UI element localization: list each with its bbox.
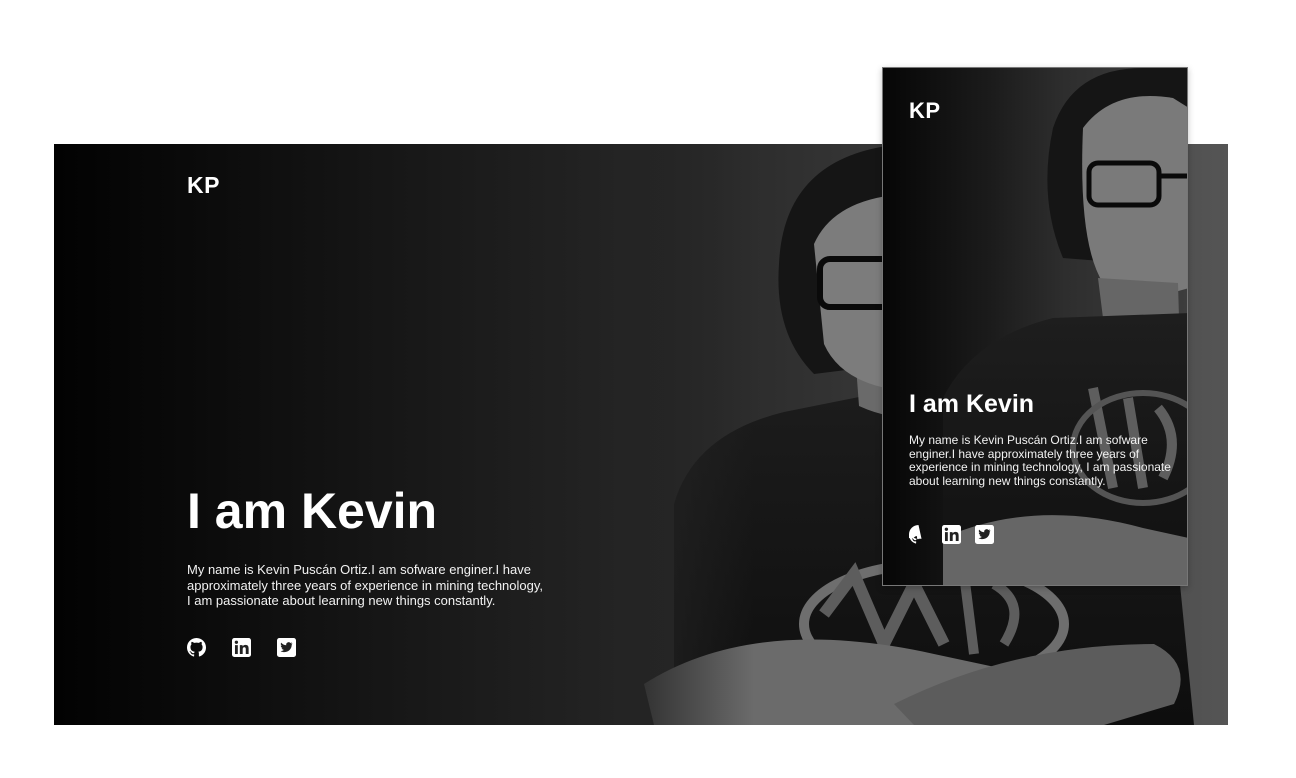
photo-fade-overlay: [614, 144, 754, 725]
github-icon: [187, 638, 206, 657]
hero-description: My name is Kevin Puscán Ortiz.I am sofwa…: [187, 562, 544, 608]
linkedin-link[interactable]: [232, 638, 251, 657]
linkedin-icon: [232, 638, 251, 657]
github-link[interactable]: [909, 525, 928, 544]
logo[interactable]: KP: [909, 98, 941, 124]
github-link[interactable]: [187, 638, 206, 657]
social-links: [187, 638, 296, 657]
twitter-link[interactable]: [975, 525, 994, 544]
portrait-photo: [943, 68, 1187, 585]
hero-description: My name is Kevin Puscán Ortiz.I am sofwa…: [909, 433, 1171, 488]
logo[interactable]: KP: [187, 172, 220, 199]
hero-title: I am Kevin: [909, 390, 1035, 418]
linkedin-link[interactable]: [942, 525, 961, 544]
social-links: [909, 525, 994, 544]
hero-title: I am Kevin: [187, 483, 438, 539]
mockup-canvas: KP I am Kevin My name is Kevin Puscán Or…: [0, 0, 1296, 778]
twitter-link[interactable]: [277, 638, 296, 657]
twitter-icon: [277, 638, 296, 657]
github-icon: [909, 525, 922, 544]
twitter-icon: [975, 525, 994, 544]
mobile-preview: KP I am Kevin My name is Kevin Puscán Or…: [882, 67, 1188, 586]
linkedin-icon: [942, 525, 961, 544]
